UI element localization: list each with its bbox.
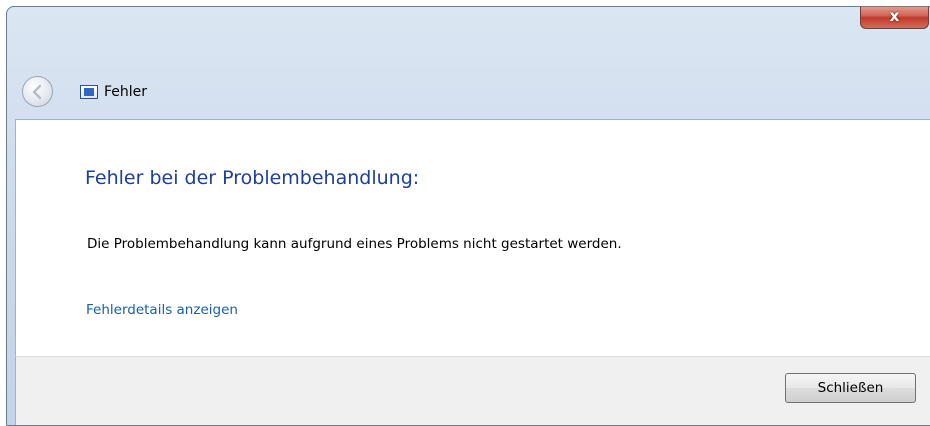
troubleshooter-icon: [80, 85, 98, 99]
back-arrow-icon: [32, 84, 42, 100]
close-button[interactable]: Schließen: [785, 373, 916, 403]
dialog-window: x Fehler Fehler bei der Problembehandlun…: [6, 6, 930, 426]
back-button[interactable]: [22, 76, 53, 107]
show-error-details-link[interactable]: Fehlerdetails anzeigen: [86, 302, 238, 318]
error-message: Die Problembehandlung kann aufgrund eine…: [87, 236, 622, 252]
window-title: Fehler: [104, 84, 148, 100]
error-heading: Fehler bei der Problembehandlung:: [85, 167, 420, 189]
button-bar: Schließen: [15, 356, 930, 425]
close-icon: x: [889, 7, 900, 25]
window-close-button[interactable]: x: [860, 7, 929, 29]
content-panel: Fehler bei der Problembehandlung: Die Pr…: [15, 119, 930, 356]
